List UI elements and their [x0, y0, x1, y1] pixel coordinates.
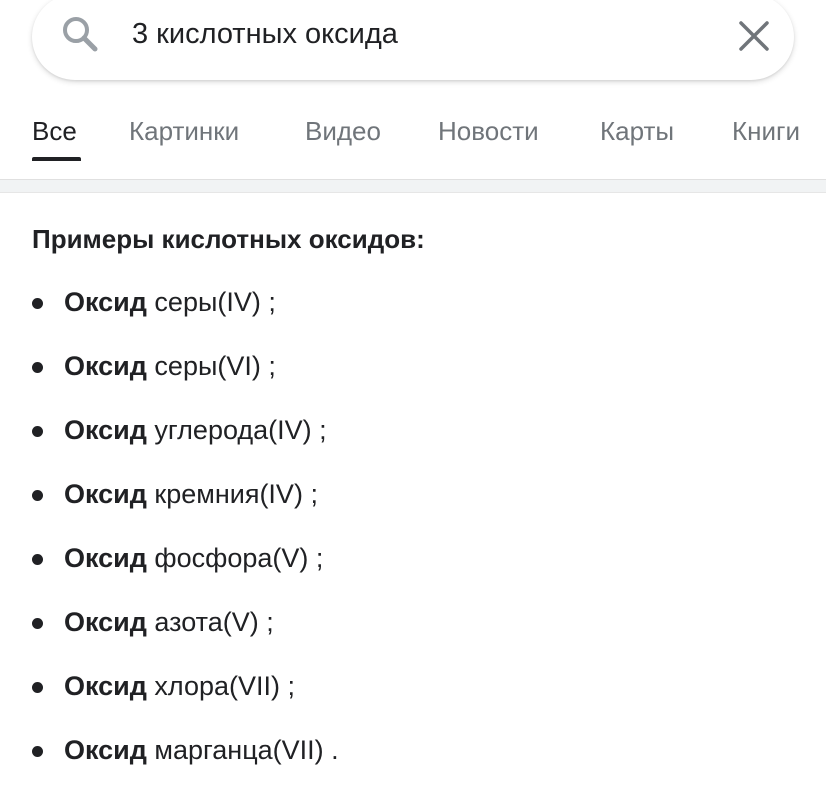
- list-item: Оксид хлора(VII) ;: [0, 654, 826, 718]
- bullet-dot: [32, 682, 43, 693]
- item-text: серы(IV) ;: [146, 287, 276, 317]
- tab-books[interactable]: Книги: [732, 116, 800, 147]
- search-results-page: Все Картинки Видео Новости Карты Книги П…: [0, 0, 826, 790]
- list-item: Оксид серы(IV) ;: [0, 270, 826, 334]
- search-tabs: Все Картинки Видео Новости Карты Книги: [0, 100, 826, 166]
- item-text: марганца(VII) .: [146, 735, 339, 765]
- search-input[interactable]: [132, 12, 692, 56]
- item-text: азота(V) ;: [146, 607, 274, 637]
- list-item: Оксид серы(VI) ;: [0, 334, 826, 398]
- bullet-dot: [32, 362, 43, 373]
- item-bold-word: Оксид: [64, 287, 147, 317]
- tab-videos[interactable]: Видео: [305, 116, 381, 147]
- item-text: кремния(IV) ;: [146, 479, 318, 509]
- item-bold-word: Оксид: [64, 543, 147, 573]
- item-text: хлора(VII) ;: [146, 671, 296, 701]
- list-item: Оксид фосфора(V) ;: [0, 526, 826, 590]
- item-bold-word: Оксид: [64, 415, 147, 445]
- item-bold-word: Оксид: [64, 735, 147, 765]
- bullet-dot: [32, 746, 43, 757]
- list-item: Оксид углерода(IV) ;: [0, 398, 826, 462]
- clear-search-button[interactable]: [732, 14, 776, 58]
- active-tab-indicator: [32, 157, 81, 161]
- list-item: Оксид марганца(VII) .: [0, 718, 826, 782]
- close-icon[interactable]: [732, 21, 776, 62]
- list-item: Оксид кремния(IV) ;: [0, 462, 826, 526]
- item-text: серы(VI) ;: [146, 351, 276, 381]
- search-bar[interactable]: [32, 0, 794, 80]
- bullet-dot: [32, 298, 43, 309]
- tab-images[interactable]: Картинки: [129, 116, 239, 147]
- item-text: фосфора(V) ;: [146, 543, 324, 573]
- item-bold-word: Оксид: [64, 671, 147, 701]
- bullet-dot: [32, 490, 43, 501]
- section-divider: [0, 179, 826, 193]
- bullet-dot: [32, 554, 43, 565]
- tab-news[interactable]: Новости: [438, 116, 539, 147]
- tab-all[interactable]: Все: [32, 116, 77, 147]
- item-bold-word: Оксид: [64, 479, 147, 509]
- item-bold-word: Оксид: [64, 607, 147, 637]
- search-icon[interactable]: [60, 14, 100, 54]
- bullet-dot: [32, 426, 43, 437]
- tab-maps[interactable]: Карты: [600, 116, 674, 147]
- oxide-list: Оксид серы(IV) ; Оксид серы(VI) ; Оксид …: [0, 270, 826, 782]
- item-text: углерода(IV) ;: [146, 415, 327, 445]
- answer-heading: Примеры кислотных оксидов:: [32, 224, 425, 254]
- item-bold-word: Оксид: [64, 351, 147, 381]
- list-item: Оксид азота(V) ;: [0, 590, 826, 654]
- bullet-dot: [32, 618, 43, 629]
